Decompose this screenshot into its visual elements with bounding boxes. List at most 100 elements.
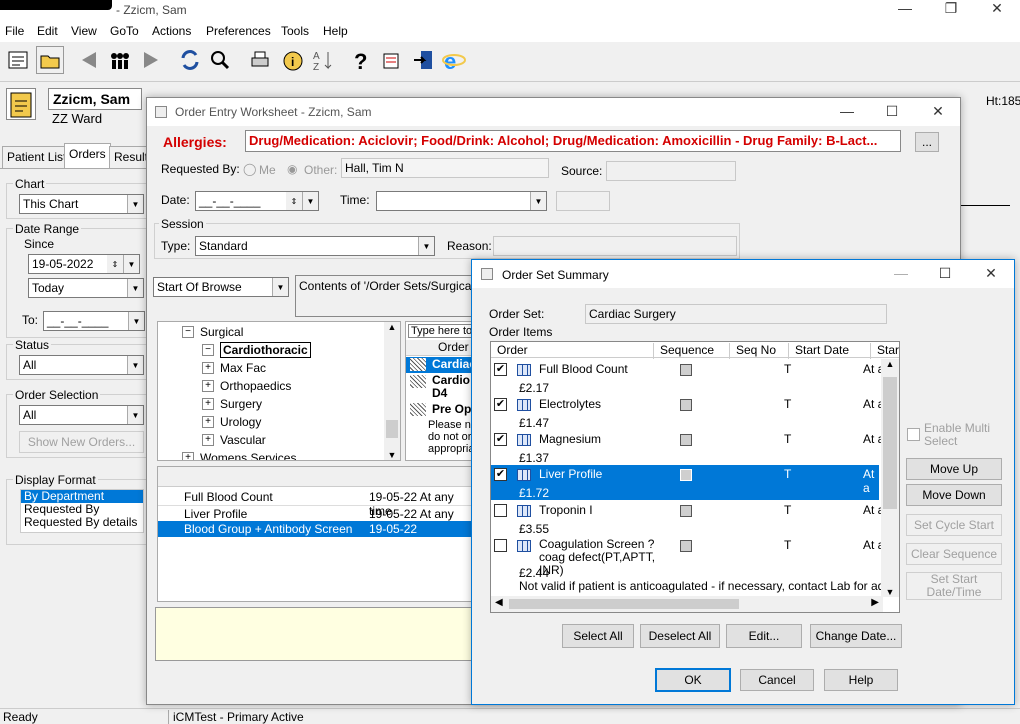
help-question-icon[interactable]: ?: [346, 46, 374, 74]
tree-item-cardiothoracic[interactable]: − Cardiothoracic: [202, 341, 311, 359]
comments-area[interactable]: [155, 607, 475, 661]
source-field[interactable]: [606, 161, 736, 181]
move-down-button[interactable]: Move Down: [906, 484, 1002, 506]
status-select[interactable]: All ▼: [19, 355, 144, 375]
cancel-button[interactable]: Cancel: [740, 669, 814, 691]
edit-button[interactable]: Edit...: [726, 624, 802, 648]
forward-arrow-icon[interactable]: [138, 46, 166, 74]
find-icon[interactable]: [206, 46, 234, 74]
time-select[interactable]: ▼: [376, 191, 547, 211]
menu-view[interactable]: View: [71, 24, 97, 38]
browse-select[interactable]: Start Of Browse ▼: [153, 277, 289, 297]
me-radio[interactable]: ◯: [243, 162, 256, 176]
col-order[interactable]: Order: [497, 343, 528, 357]
scroll-down-icon[interactable]: ▼: [881, 587, 899, 597]
table-row[interactable]: ✔ Magnesium T At a £1.37: [491, 429, 899, 465]
table-row[interactable]: Full Blood Count 19-05-22 At any time: [158, 489, 476, 518]
sequence-box[interactable]: [680, 434, 692, 446]
oss-close-icon[interactable]: ✕: [976, 265, 1006, 282]
table-row[interactable]: ✔ Full Blood Count T At a £2.17: [491, 359, 899, 395]
time-extra-field[interactable]: [556, 191, 610, 211]
scroll-up-icon[interactable]: ▲: [881, 359, 899, 369]
hscroll-thumb[interactable]: [509, 599, 739, 609]
col-sequence[interactable]: Sequence: [653, 343, 714, 359]
item-checkbox[interactable]: ✔: [494, 433, 507, 446]
exit-door-icon[interactable]: [410, 46, 438, 74]
sequence-box[interactable]: [680, 469, 692, 481]
oew-maximize-icon[interactable]: ☐: [877, 103, 907, 120]
menu-tools[interactable]: Tools: [281, 24, 309, 38]
expand-icon[interactable]: +: [202, 416, 214, 428]
ok-button[interactable]: OK: [655, 668, 731, 692]
since-date-field[interactable]: 19-05-2022 ⇕ ▼: [28, 254, 140, 274]
list-item[interactable]: Requested By details: [21, 516, 143, 529]
item-checkbox[interactable]: ✔: [494, 468, 507, 481]
table-row[interactable]: ✔ Electrolytes T At a £1.47: [491, 394, 899, 430]
item-checkbox[interactable]: [494, 539, 507, 552]
table-row[interactable]: Troponin I T At a £3.55: [491, 500, 899, 536]
tab-orders[interactable]: Orders: [64, 143, 111, 169]
col-start[interactable]: Start: [870, 343, 899, 359]
menu-preferences[interactable]: Preferences: [206, 24, 271, 38]
back-arrow-icon[interactable]: [74, 46, 102, 74]
expand-icon[interactable]: +: [182, 452, 194, 460]
select-all-button[interactable]: Select All: [562, 624, 634, 648]
tree-item-urology[interactable]: + Urology: [202, 413, 261, 431]
order-selection-select[interactable]: All ▼: [19, 405, 144, 425]
change-date-button[interactable]: Change Date...: [810, 624, 902, 648]
list-item[interactable]: Pre Op: [432, 402, 471, 416]
oss-minimize-icon[interactable]: —: [886, 265, 916, 281]
sequence-box[interactable]: [680, 399, 692, 411]
scroll-down-icon[interactable]: ▼: [384, 450, 400, 460]
to-date-field[interactable]: __-__-____ ▼: [43, 311, 145, 331]
tree-scrollbar[interactable]: ▲ ▼: [384, 322, 400, 460]
menu-edit[interactable]: Edit: [37, 24, 58, 38]
sort-icon[interactable]: AZ: [308, 46, 336, 74]
collapse-icon[interactable]: −: [182, 326, 194, 338]
info-icon[interactable]: i: [278, 46, 306, 74]
grid-vscrollbar[interactable]: ▲ ▼: [881, 359, 899, 597]
refresh-icon[interactable]: [176, 46, 204, 74]
internet-explorer-icon[interactable]: e: [440, 46, 468, 74]
oew-minimize-icon[interactable]: —: [832, 103, 862, 119]
scroll-thumb[interactable]: [386, 420, 398, 438]
chart-select[interactable]: This Chart ▼: [19, 194, 144, 214]
restore-icon[interactable]: ❐: [936, 0, 966, 17]
tree-item-orthopaedics[interactable]: + Orthopaedics: [202, 377, 291, 395]
oew-close-icon[interactable]: ✕: [923, 103, 953, 120]
expand-icon[interactable]: +: [202, 380, 214, 392]
folder-tool-icon[interactable]: [36, 46, 64, 74]
patient-list-tool-icon[interactable]: [4, 46, 32, 74]
item-checkbox[interactable]: ✔: [494, 398, 507, 411]
menu-help[interactable]: Help: [323, 24, 348, 38]
reason-field[interactable]: [493, 236, 737, 256]
help-button[interactable]: Help: [824, 669, 898, 691]
expand-icon[interactable]: +: [202, 362, 214, 374]
people-icon[interactable]: [106, 46, 134, 74]
menu-goto[interactable]: GoTo: [110, 24, 139, 38]
close-icon[interactable]: ✕: [982, 0, 1012, 17]
type-select[interactable]: Standard ▼: [195, 236, 435, 256]
expand-icon[interactable]: +: [202, 434, 214, 446]
set-start-datetime-button[interactable]: Set Start Date/Time: [906, 572, 1002, 600]
table-row[interactable]: Liver Profile 19-05-22 At any time: [158, 505, 476, 535]
oss-maximize-icon[interactable]: ☐: [930, 265, 960, 282]
tab-patient-list[interactable]: Patient List: [2, 146, 72, 168]
collapse-icon[interactable]: −: [202, 344, 214, 356]
clear-sequence-button[interactable]: Clear Sequence: [906, 543, 1002, 565]
sequence-box[interactable]: [680, 505, 692, 517]
col-seqno[interactable]: Seq No: [729, 343, 776, 359]
set-cycle-start-button[interactable]: Set Cycle Start: [906, 514, 1002, 536]
date-field[interactable]: __-__-____ ⇕ ▼: [195, 191, 319, 211]
clipboard-icon[interactable]: [6, 88, 36, 120]
menu-actions[interactable]: Actions: [152, 24, 191, 38]
tree-item-surgery[interactable]: + Surgery: [202, 395, 262, 413]
enable-multi-select-checkbox[interactable]: [907, 428, 920, 441]
deselect-all-button[interactable]: Deselect All: [640, 624, 720, 648]
expand-icon[interactable]: +: [202, 398, 214, 410]
col-start-date[interactable]: Start Date: [788, 343, 849, 359]
sequence-box[interactable]: [680, 364, 692, 376]
table-row[interactable]: Coagulation Screen ?coag defect(PT,APTT,…: [491, 535, 899, 597]
show-new-orders-button[interactable]: Show New Orders...: [19, 431, 144, 453]
move-up-button[interactable]: Move Up: [906, 458, 1002, 480]
